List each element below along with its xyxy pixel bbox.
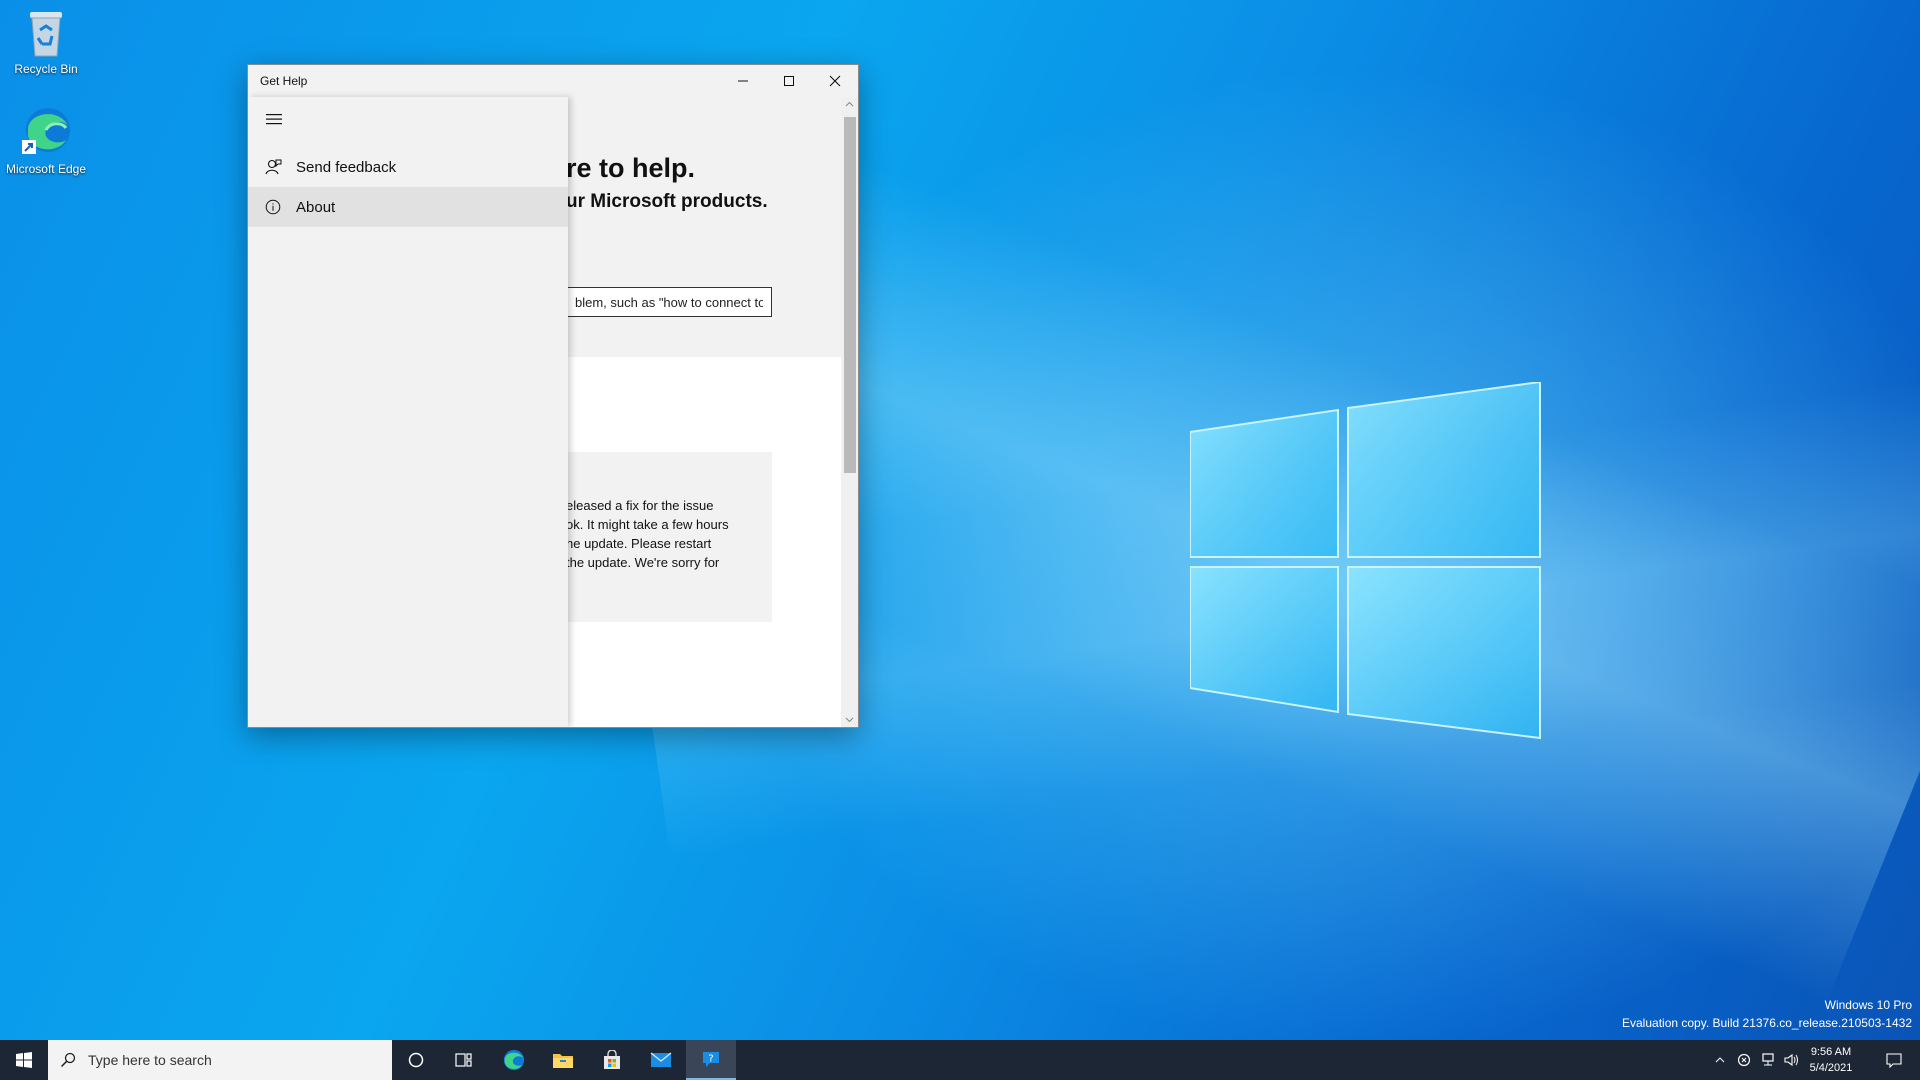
maximize-button[interactable] <box>766 65 812 97</box>
microsoft-edge-label: Microsoft Edge <box>5 162 87 176</box>
close-button[interactable] <box>812 65 858 97</box>
recycle-bin-shortcut[interactable]: Recycle Bin <box>0 6 92 77</box>
edge-icon <box>22 108 70 154</box>
taskbar-clock[interactable]: 9:56 AM 5/4/2021 <box>1796 1044 1866 1076</box>
maximize-icon <box>784 76 794 86</box>
recycle-bin-icon <box>30 12 62 57</box>
get-help-icon: ? <box>703 1052 719 1067</box>
desktop: Recycle Bin Microsoft Edge Windows 10 Pr… <box>0 0 1920 1040</box>
scroll-up-icon[interactable] <box>845 101 854 107</box>
svg-text:?: ? <box>708 1054 713 1065</box>
get-help-window: Get Help re to help. ur Microsoft produc… <box>247 64 859 728</box>
cortana-button[interactable] <box>392 1040 440 1080</box>
mail-envelope-icon <box>650 1052 672 1067</box>
vertical-scrollbar[interactable] <box>841 97 858 727</box>
hero-heading: re to help. <box>566 153 696 183</box>
folder-icon <box>553 1054 573 1068</box>
nav-item-send-feedback[interactable]: Send feedback <box>248 147 568 187</box>
clock-date: 5/4/2021 <box>1809 1062 1853 1074</box>
taskbar-file-explorer[interactable] <box>539 1040 587 1080</box>
feedback-person-icon <box>262 156 284 178</box>
windows-logo-wallpaper <box>1190 382 1541 740</box>
task-view-icon <box>455 1053 472 1067</box>
os-edition: Windows 10 Pro <box>1824 998 1912 1012</box>
recycle-bin-label: Recycle Bin <box>14 62 78 76</box>
network-icon <box>1762 1053 1774 1066</box>
edge-icon <box>503 1049 525 1071</box>
scrollbar-thumb[interactable] <box>844 117 856 473</box>
title-bar[interactable]: Get Help <box>248 65 858 97</box>
close-icon <box>829 75 841 87</box>
taskbar-mail[interactable] <box>637 1040 685 1080</box>
show-hidden-icons-button[interactable] <box>1708 1040 1732 1080</box>
os-watermark: Windows 10 Pro Evaluation copy. Build 21… <box>1622 996 1912 1032</box>
notice-card: eleased a fix for the issue ok. It might… <box>566 452 772 622</box>
help-search-input[interactable] <box>566 287 772 317</box>
hamburger-menu-button[interactable] <box>262 107 286 131</box>
scroll-down-icon[interactable] <box>845 717 854 723</box>
action-center-button[interactable] <box>1874 1040 1914 1080</box>
hero-subheading: ur Microsoft products. <box>566 191 768 212</box>
navigation-pane: Send feedback About <box>248 97 568 727</box>
network-button[interactable] <box>1756 1040 1780 1080</box>
taskbar-search-box[interactable]: Type here to search <box>48 1040 392 1080</box>
taskbar-microsoft-store[interactable] <box>588 1040 636 1080</box>
cortana-circle-icon <box>408 1052 424 1068</box>
clock-time: 9:56 AM <box>1810 1046 1852 1058</box>
hamburger-icon <box>266 114 282 125</box>
task-view-button[interactable] <box>440 1040 488 1080</box>
search-placeholder: Type here to search <box>88 1052 212 1068</box>
os-build: Evaluation copy. Build 21376.co_release.… <box>1622 1016 1912 1030</box>
search-icon <box>60 1052 76 1068</box>
chevron-up-icon <box>1715 1057 1725 1063</box>
minimize-icon <box>738 80 748 82</box>
window-title: Get Help <box>260 74 308 88</box>
info-icon <box>262 196 284 218</box>
nav-item-about[interactable]: About <box>248 187 568 227</box>
nav-item-label: About <box>296 198 336 216</box>
store-bag-icon <box>604 1050 620 1069</box>
tray-app-icon <box>1737 1053 1751 1067</box>
windows-start-icon <box>16 1052 32 1068</box>
notification-icon <box>1886 1053 1902 1068</box>
tray-app-button[interactable] <box>1732 1040 1756 1080</box>
minimize-button[interactable] <box>720 65 766 97</box>
start-button[interactable] <box>0 1040 48 1080</box>
taskbar-edge[interactable] <box>490 1040 538 1080</box>
taskbar: Type here to search ? 9:56 AM 5/4/2021 <box>0 1040 1920 1080</box>
taskbar-get-help[interactable]: ? <box>686 1040 736 1080</box>
nav-item-label: Send feedback <box>296 158 397 176</box>
microsoft-edge-shortcut[interactable]: Microsoft Edge <box>0 106 92 177</box>
notice-text: eleased a fix for the issue ok. It might… <box>566 498 729 570</box>
